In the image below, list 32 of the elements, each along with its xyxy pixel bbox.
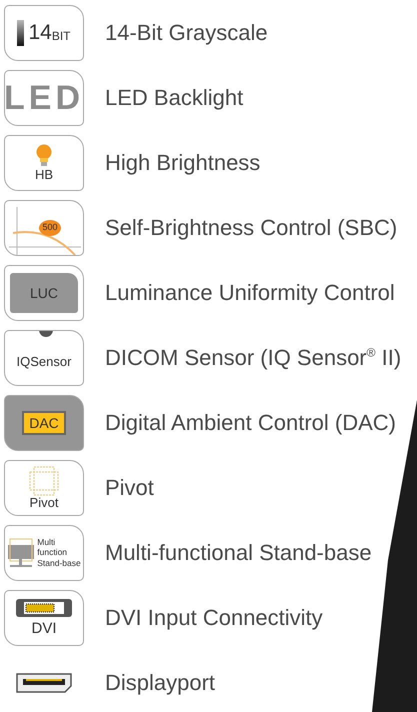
icon-label: Pivot (30, 496, 58, 509)
icon-label: DVI (31, 621, 56, 636)
feature-label: High Brightness (105, 150, 260, 176)
icon-label: function (37, 547, 68, 558)
icon-label: HB (34, 168, 54, 181)
icon-label: Stand-base (37, 558, 81, 568)
feature-label: Pivot (105, 474, 154, 500)
feature-label: DVI Input Connectivity (105, 604, 323, 630)
dac-badge: DAC (22, 410, 66, 434)
feature-label: Digital Ambient Control (DAC) (105, 410, 396, 436)
led-logo: LED (5, 80, 83, 114)
feature-label: DICOM Sensor (IQ Sensor$^{®}$ II) (105, 344, 402, 370)
monitor-stand-icon (7, 536, 36, 568)
brightness-curve-icon (9, 206, 81, 254)
feature-label: Self-Brightness Control (SBC) (105, 214, 398, 240)
rotated-screen-icon (29, 466, 59, 496)
feature-label: Luminance Uniformity Control (105, 280, 395, 306)
dvi-connector-icon (16, 599, 72, 617)
luc-panel: LUC (10, 272, 78, 312)
icon-label: IQSensor (16, 355, 72, 368)
value-badge: 500 (39, 220, 61, 236)
icon-label: Multi (37, 537, 56, 548)
sensor-icon (39, 330, 53, 338)
feature-label: Multi-functional Stand-base (105, 540, 372, 566)
gradient-bar-icon (17, 20, 24, 46)
feature-label: LED Backlight (105, 84, 244, 110)
light-bulb-icon (35, 144, 53, 168)
icon-label: BIT (52, 30, 71, 42)
feature-label: 14-Bit Grayscale (105, 20, 268, 46)
displayport-connector-icon (14, 672, 74, 692)
feature-label: Displayport (105, 670, 216, 696)
icon-label: 14 (28, 22, 52, 43)
